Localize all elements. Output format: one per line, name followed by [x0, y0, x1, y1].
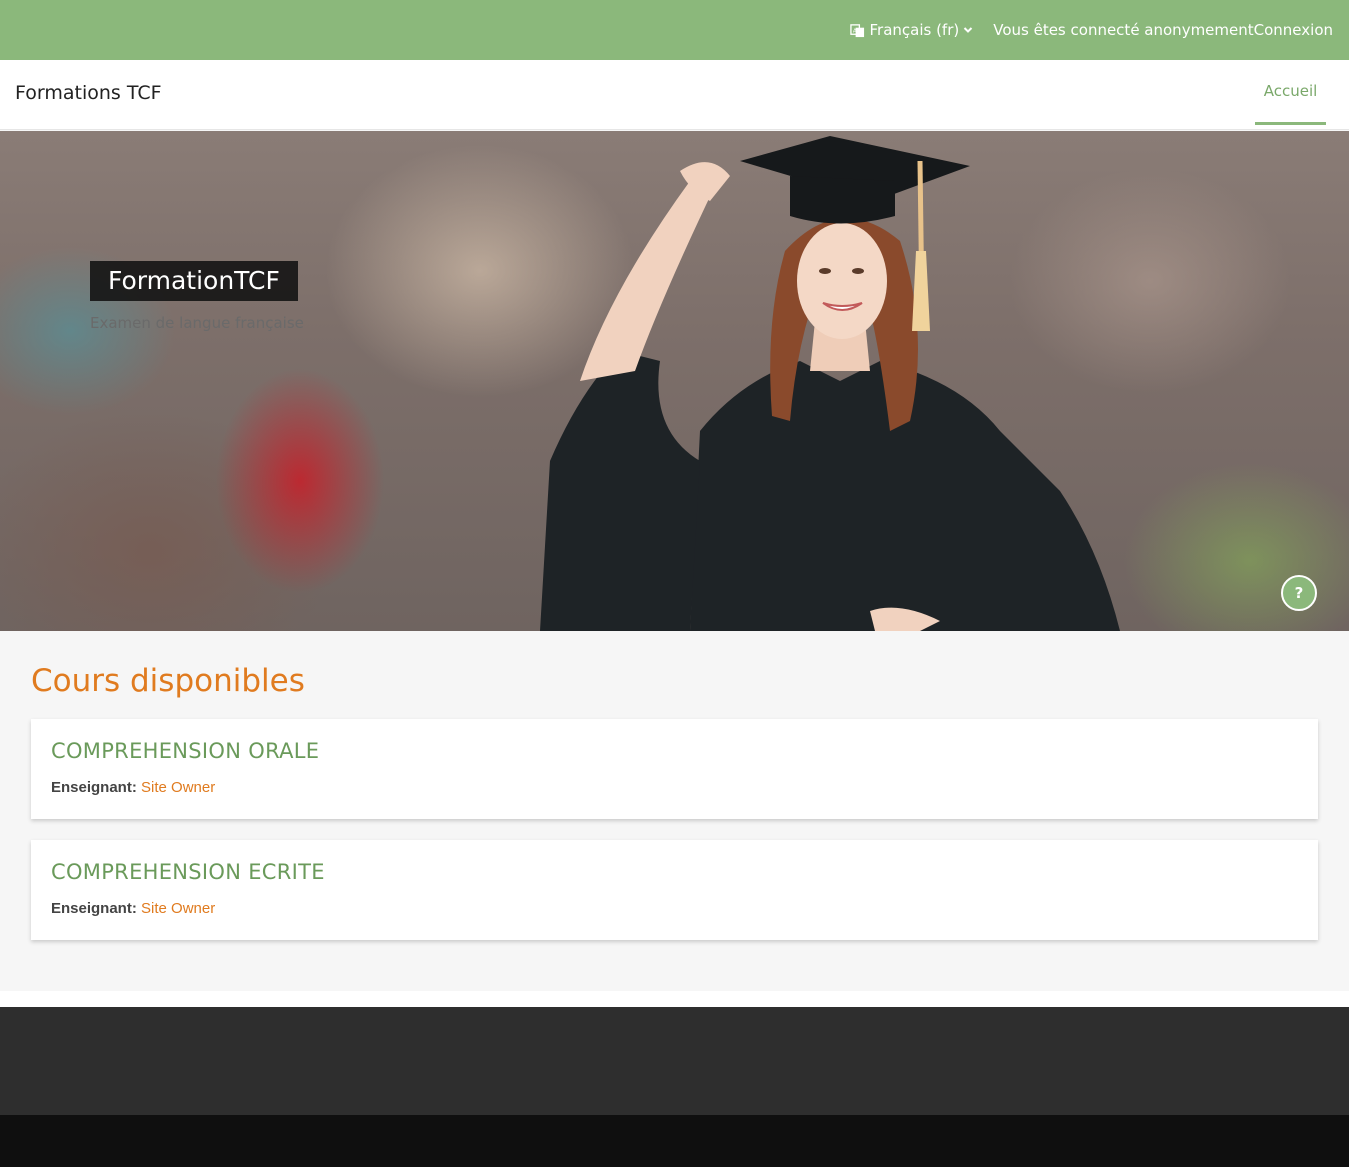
teacher-link[interactable]: Site Owner: [141, 779, 215, 796]
course-title-link[interactable]: COMPREHENSION ECRITE: [51, 860, 325, 884]
login-status: Vous êtes connecté anonymementConnexion: [993, 21, 1333, 39]
section-title: Cours disponibles: [31, 663, 305, 699]
login-link[interactable]: Connexion: [1254, 21, 1333, 39]
course-card: COMPREHENSION ECRITE Enseignant: Site Ow…: [31, 840, 1318, 940]
section-divider: [0, 991, 1349, 1007]
chevron-down-icon: [963, 25, 973, 35]
help-button[interactable]: ?: [1281, 575, 1317, 611]
language-menu[interactable]: A Français ‎(fr)‎: [850, 21, 973, 39]
nav-item-home[interactable]: Accueil: [1255, 60, 1326, 125]
graduate-photo: [540, 131, 1140, 631]
teacher-label: Enseignant:: [51, 900, 137, 917]
footer: [0, 1007, 1349, 1115]
navbar: Formations TCF Accueil: [0, 60, 1349, 130]
site-brand[interactable]: Formations TCF: [15, 82, 162, 104]
course-teacher: Enseignant: Site Owner: [51, 779, 215, 796]
hero-banner: FormationTCF Examen de langue française …: [0, 131, 1349, 631]
footer-bottom-bar: [0, 1115, 1349, 1167]
course-title-link[interactable]: COMPREHENSION ORALE: [51, 739, 319, 763]
teacher-link[interactable]: Site Owner: [141, 900, 215, 917]
language-label[interactable]: Français ‎(fr)‎: [869, 21, 959, 39]
available-courses-section: Cours disponibles COMPREHENSION ORALE En…: [0, 631, 1349, 991]
top-utility-bar: A Français ‎(fr)‎ Vous êtes connecté ano…: [0, 0, 1349, 60]
course-teacher: Enseignant: Site Owner: [51, 900, 215, 917]
language-icon: A: [850, 23, 865, 38]
login-status-text: Vous êtes connecté anonymement: [993, 21, 1254, 39]
hero-subtitle: Examen de langue française: [90, 314, 304, 332]
svg-text:A: A: [853, 28, 857, 34]
course-card: COMPREHENSION ORALE Enseignant: Site Own…: [31, 719, 1318, 819]
teacher-label: Enseignant:: [51, 779, 137, 796]
hero-title: FormationTCF: [90, 261, 298, 301]
